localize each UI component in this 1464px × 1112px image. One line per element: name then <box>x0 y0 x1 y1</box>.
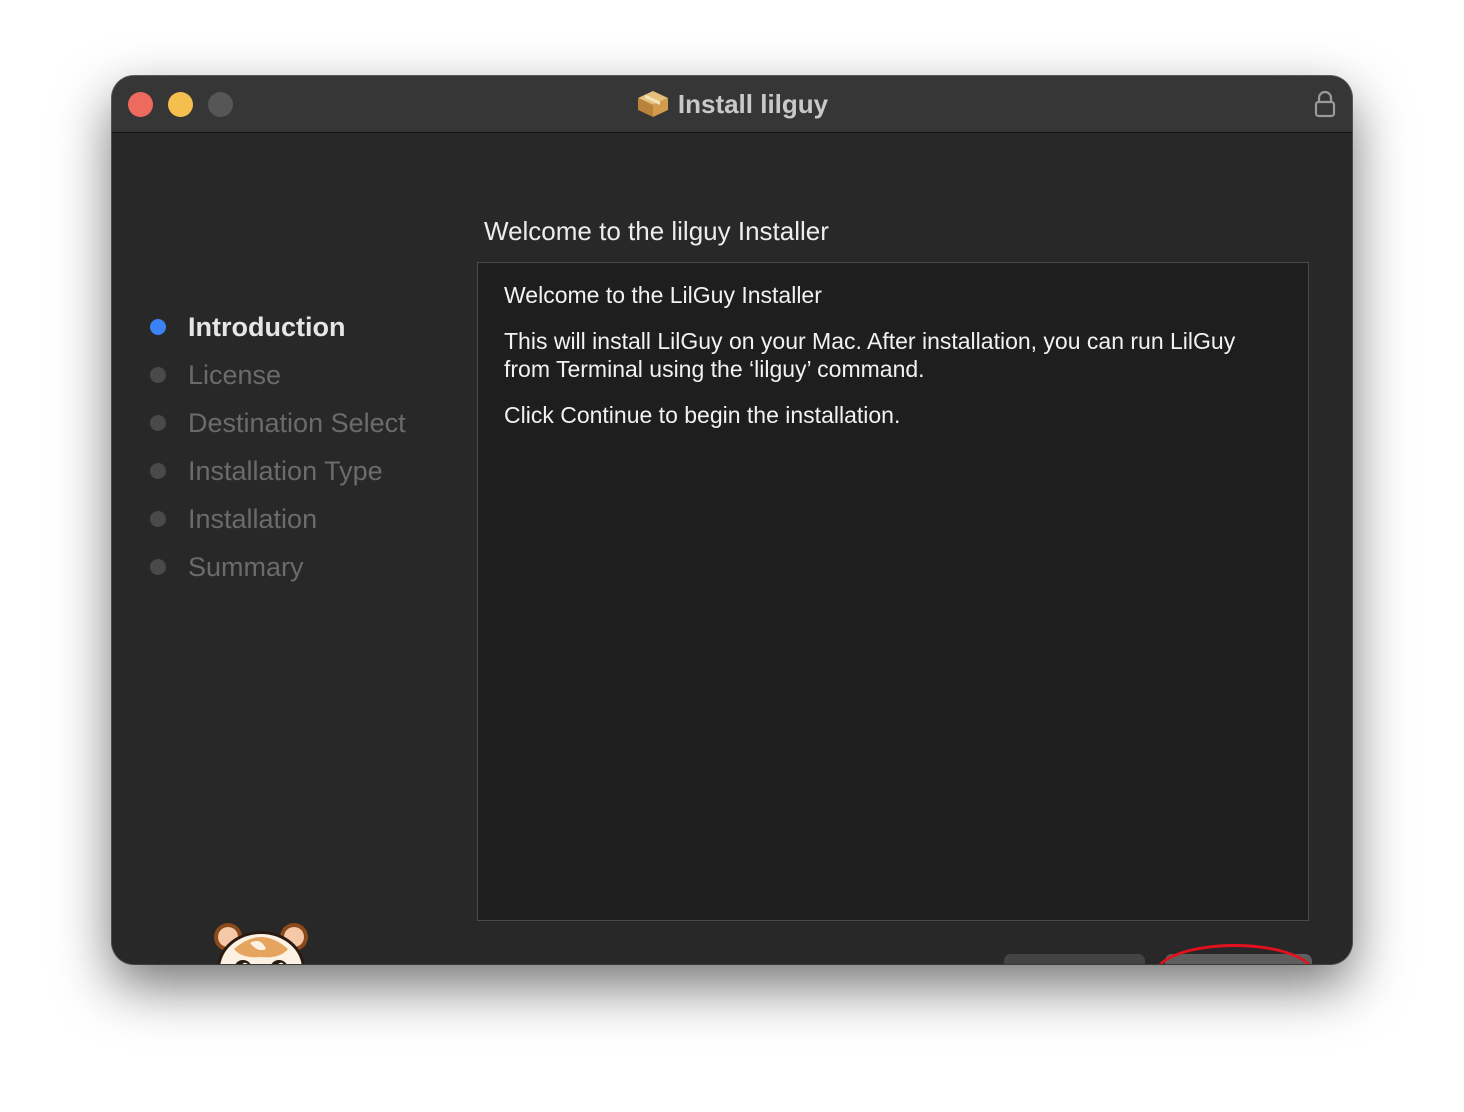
step-installation: Installation <box>150 495 470 543</box>
step-summary: Summary <box>150 543 470 591</box>
step-indicator <box>150 367 166 383</box>
step-indicator <box>150 463 166 479</box>
window-title-group: Install lilguy <box>112 76 1352 132</box>
step-indicator <box>150 415 166 431</box>
step-destination-select: Destination Select <box>150 399 470 447</box>
installer-window: Install lilguy Welcome to the lilguy Ins… <box>112 76 1352 964</box>
content-body: This will install LilGuy on your Mac. Af… <box>504 328 1236 382</box>
step-indicator <box>150 511 166 527</box>
step-label: Introduction <box>188 311 346 342</box>
step-installation-type: Installation Type <box>150 447 470 495</box>
step-label: Summary <box>188 551 304 582</box>
window-title: Install lilguy <box>677 88 829 119</box>
step-label: Destination Select <box>188 407 406 438</box>
installer-body: Welcome to the lilguy Installer Introduc… <box>112 133 1352 964</box>
installer-steps: Introduction License Destination Select … <box>150 303 470 591</box>
hamster-mascot-icon <box>210 919 312 964</box>
content-instruction: Click Continue to begin the installation… <box>504 402 901 428</box>
go-back-button: Go Back <box>1004 954 1145 964</box>
step-license: License <box>150 351 470 399</box>
step-indicator <box>150 559 166 575</box>
title-bar[interactable]: Install lilguy <box>112 76 1352 133</box>
step-label: Installation <box>188 503 318 534</box>
step-label: Installation Type <box>188 455 383 486</box>
page-title: Welcome to the lilguy Installer <box>484 216 829 246</box>
content-title: Welcome to the LilGuy Installer <box>504 282 822 308</box>
content-panel[interactable]: Welcome to the LilGuy Installer This wil… <box>477 262 1309 921</box>
lock-icon[interactable] <box>1314 90 1336 118</box>
step-label: License <box>188 359 282 390</box>
step-introduction: Introduction <box>150 303 470 351</box>
step-indicator-active <box>150 319 166 335</box>
continue-button[interactable]: Continue <box>1165 954 1312 964</box>
package-icon <box>636 89 670 119</box>
